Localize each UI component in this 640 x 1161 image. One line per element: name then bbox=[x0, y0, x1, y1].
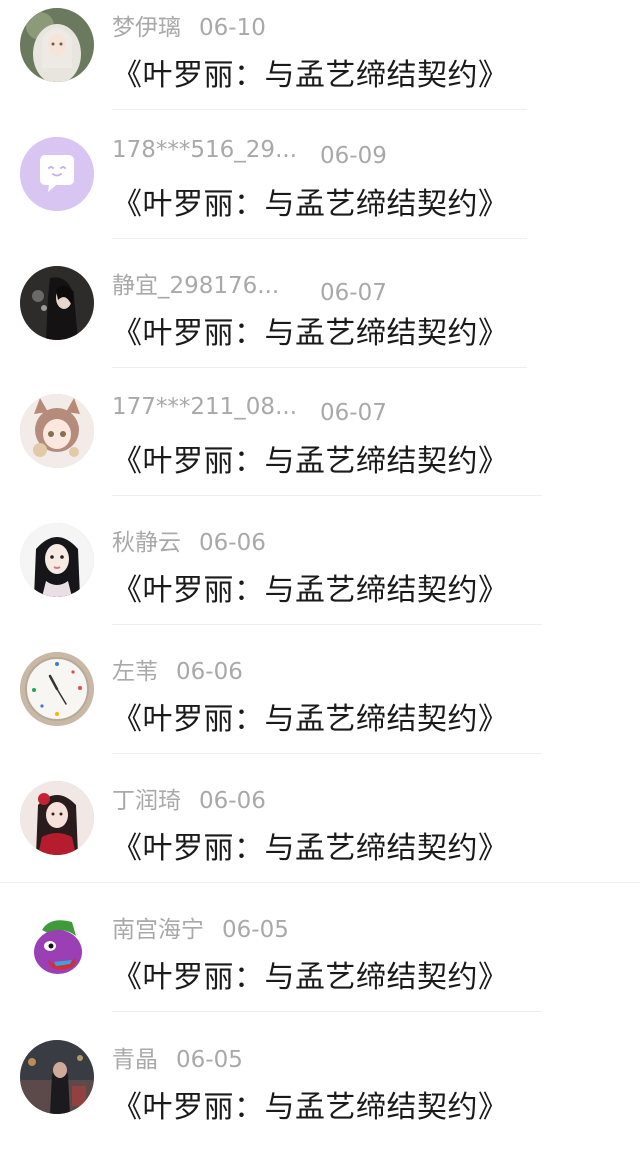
comment-text[interactable]: 《叶罗丽：与孟艺缔结契约》 bbox=[112, 694, 509, 738]
red-dress-girl-avatar-icon bbox=[20, 781, 94, 855]
black-hair-girl-avatar-icon bbox=[20, 523, 94, 597]
clock-avatar-icon bbox=[20, 652, 94, 726]
comment-meta: 178***516_29... 06-09 bbox=[112, 137, 387, 169]
avatar[interactable] bbox=[20, 652, 94, 726]
comment-meta: 秋静云 06-06 bbox=[112, 523, 266, 557]
user-name[interactable]: 177***211_08... bbox=[112, 394, 302, 420]
comment-text[interactable]: 《叶罗丽：与孟艺缔结契约》 bbox=[112, 952, 509, 996]
comment-text[interactable]: 《叶罗丽：与孟艺缔结契约》 bbox=[112, 565, 509, 609]
comment-date: 06-09 bbox=[320, 143, 387, 169]
comment-text[interactable]: 《叶罗丽：与孟艺缔结契约》 bbox=[112, 823, 509, 867]
avatar[interactable] bbox=[20, 137, 94, 211]
comment-item[interactable]: 静宜_298176... 06-07 《叶罗丽：与孟艺缔结契约》 bbox=[0, 258, 640, 387]
comment-item[interactable]: 青晶 06-05 《叶罗丽：与孟艺缔结契约》 bbox=[0, 1032, 640, 1161]
divider bbox=[0, 882, 640, 883]
default-chat-avatar-icon bbox=[20, 137, 94, 211]
comment-date: 06-06 bbox=[199, 530, 266, 556]
comment-text[interactable]: 《叶罗丽：与孟艺缔结契约》 bbox=[112, 179, 509, 223]
comment-meta: 177***211_08... 06-07 bbox=[112, 394, 387, 426]
comment-meta: 丁润琦 06-06 bbox=[112, 781, 266, 815]
user-name[interactable]: 秋静云 bbox=[112, 523, 181, 557]
divider bbox=[112, 495, 542, 496]
comment-item[interactable]: 秋静云 06-06 《叶罗丽：与孟艺缔结契约》 bbox=[0, 515, 640, 644]
comment-date: 06-05 bbox=[222, 917, 289, 943]
user-name[interactable]: 梦伊璃 bbox=[112, 8, 181, 42]
comment-item[interactable]: 左苇 06-06 《叶罗丽：与孟艺缔结契约》 bbox=[0, 644, 640, 773]
comment-text[interactable]: 《叶罗丽：与孟艺缔结契约》 bbox=[112, 1082, 509, 1126]
comment-meta: 青晶 06-05 bbox=[112, 1040, 243, 1074]
divider bbox=[112, 753, 542, 754]
user-name[interactable]: 青晶 bbox=[112, 1040, 158, 1074]
comment-meta: 静宜_298176... 06-07 bbox=[112, 266, 387, 306]
user-name[interactable]: 静宜_298176... bbox=[112, 266, 302, 300]
comment-item[interactable]: 178***516_29... 06-09 《叶罗丽：与孟艺缔结契约》 bbox=[0, 129, 640, 258]
divider bbox=[112, 109, 527, 110]
avatar[interactable] bbox=[20, 523, 94, 597]
divider bbox=[112, 238, 527, 239]
comment-meta: 南宫海宁 06-05 bbox=[112, 910, 289, 944]
comment-date: 06-07 bbox=[320, 400, 387, 426]
divider bbox=[112, 1011, 542, 1012]
avatar[interactable] bbox=[20, 781, 94, 855]
comment-item[interactable]: 梦伊璃 06-10 《叶罗丽：与孟艺缔结契约》 bbox=[0, 0, 640, 129]
comment-date: 06-07 bbox=[320, 280, 387, 306]
girl-white-hair-avatar-icon bbox=[20, 8, 94, 82]
user-name[interactable]: 丁润琦 bbox=[112, 781, 181, 815]
user-name[interactable]: 左苇 bbox=[112, 652, 158, 686]
comment-date: 06-06 bbox=[199, 788, 266, 814]
night-scene-avatar-icon bbox=[20, 1040, 94, 1114]
purple-cartoon-avatar-icon bbox=[20, 910, 94, 984]
comment-list: 梦伊璃 06-10 《叶罗丽：与孟艺缔结契约》 178***516_29... 06… bbox=[0, 0, 640, 1134]
comment-text[interactable]: 《叶罗丽：与孟艺缔结契约》 bbox=[112, 308, 509, 352]
divider bbox=[112, 367, 527, 368]
divider bbox=[112, 624, 542, 625]
comment-text[interactable]: 《叶罗丽：与孟艺缔结契约》 bbox=[112, 50, 509, 94]
comment-text[interactable]: 《叶罗丽：与孟艺缔结契约》 bbox=[112, 436, 509, 480]
dark-hair-anime-avatar-icon bbox=[20, 266, 94, 340]
avatar[interactable] bbox=[20, 266, 94, 340]
comment-date: 06-05 bbox=[176, 1047, 243, 1073]
user-name[interactable]: 178***516_29... bbox=[112, 137, 302, 163]
comment-date: 06-10 bbox=[199, 15, 266, 41]
comment-item[interactable]: 南宫海宁 06-05 《叶罗丽：与孟艺缔结契约》 bbox=[0, 902, 640, 1031]
user-name[interactable]: 南宫海宁 bbox=[112, 910, 204, 944]
avatar[interactable] bbox=[20, 394, 94, 468]
comment-meta: 左苇 06-06 bbox=[112, 652, 243, 686]
avatar[interactable] bbox=[20, 8, 94, 82]
avatar[interactable] bbox=[20, 1040, 94, 1114]
avatar[interactable] bbox=[20, 910, 94, 984]
comment-item[interactable]: 177***211_08... 06-07 《叶罗丽：与孟艺缔结契约》 bbox=[0, 386, 640, 515]
cat-ear-girl-avatar-icon bbox=[20, 394, 94, 468]
comment-date: 06-06 bbox=[176, 659, 243, 685]
comment-item[interactable]: 丁润琦 06-06 《叶罗丽：与孟艺缔结契约》 bbox=[0, 773, 640, 902]
comment-meta: 梦伊璃 06-10 bbox=[112, 8, 266, 42]
